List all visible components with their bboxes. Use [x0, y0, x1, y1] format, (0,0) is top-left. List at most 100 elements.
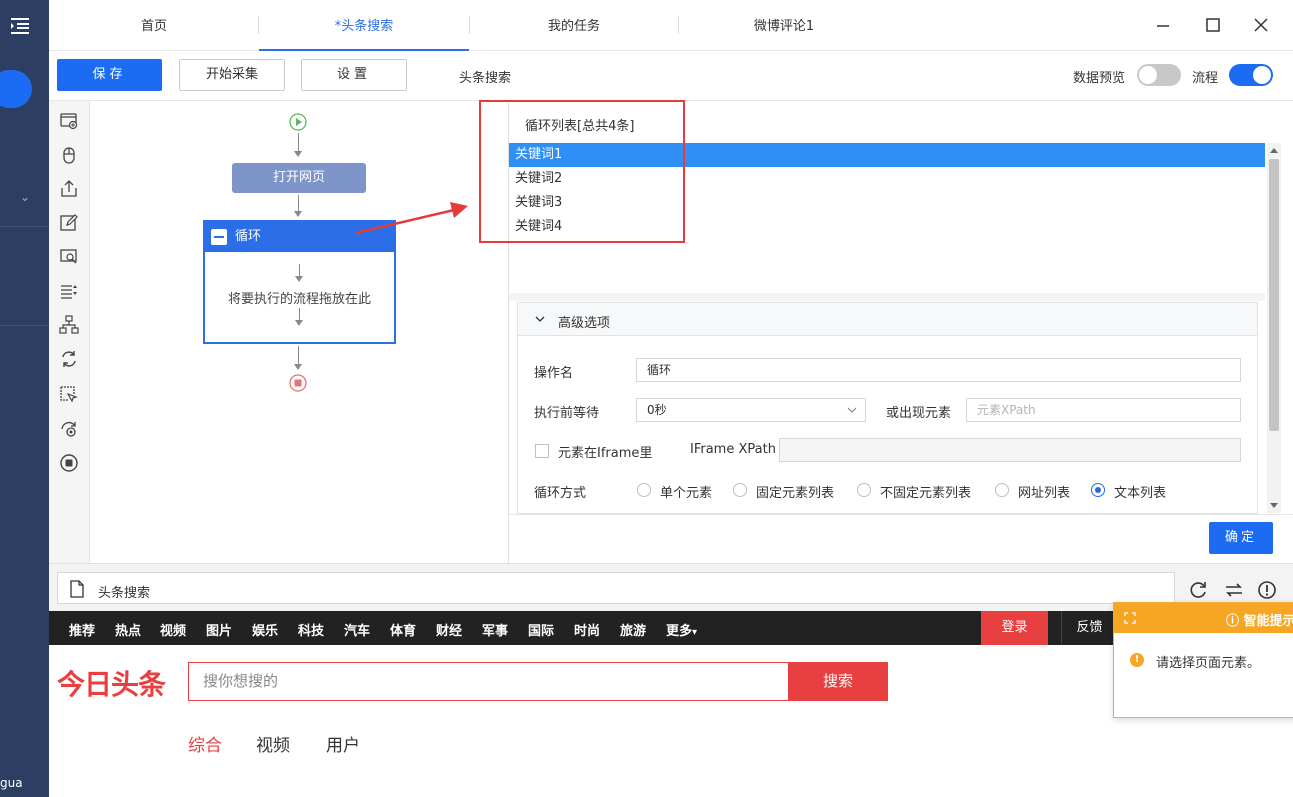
nav-item[interactable]: 汽车 — [344, 620, 370, 639]
url-text: 头条搜索 — [98, 586, 151, 601]
minimize-icon[interactable] — [1152, 14, 1174, 36]
tab-label: 首页 — [140, 19, 167, 34]
start-collect-button[interactable]: 开始采集 — [179, 59, 285, 91]
wait-select-value: 0秒 — [647, 403, 667, 417]
radio-label: 网址列表 — [1018, 486, 1071, 501]
select-element-icon[interactable] — [59, 385, 79, 405]
end-icon — [289, 374, 307, 392]
expand-icon[interactable] — [1124, 612, 1136, 624]
login-button[interactable]: 登录 — [981, 611, 1048, 645]
site-search-input[interactable]: 搜你想搜的 — [188, 662, 788, 701]
tab-my-tasks[interactable]: 我的任务 — [469, 0, 679, 51]
flow-toggle[interactable] — [1229, 64, 1273, 86]
scroll-down-icon[interactable] — [1270, 503, 1278, 508]
smart-tip-header[interactable]: ⓘ 智能提示 — [1114, 603, 1293, 633]
list-sort-icon[interactable] — [59, 281, 79, 301]
iframe-checkbox-label: 元素在Iframe里 — [558, 446, 653, 461]
export-icon[interactable] — [59, 179, 79, 199]
nav-item[interactable]: 财经 — [436, 620, 462, 639]
sidebar-user-text: gua — [0, 776, 23, 790]
annotation-arrow-icon — [355, 202, 468, 235]
tab-label: 微博评论1 — [753, 19, 815, 34]
app-sidebar: ⌄ gua — [0, 0, 49, 797]
radio-dynamic-list[interactable] — [857, 483, 871, 497]
switch-icon[interactable] — [1224, 580, 1244, 600]
chevron-down-icon — [847, 407, 857, 413]
data-preview-label: 数据预览 — [1073, 71, 1126, 86]
chevron-down-icon: ▾ — [692, 627, 698, 638]
nav-item[interactable]: 推荐 — [69, 620, 95, 639]
hover-icon[interactable] — [59, 419, 79, 439]
nav-item[interactable]: 体育 — [390, 620, 416, 639]
settings-button[interactable]: 设置 — [301, 59, 407, 91]
extract-data-icon[interactable] — [59, 247, 79, 267]
site-search-button[interactable]: 搜索 — [788, 662, 888, 701]
mouse-click-icon[interactable] — [59, 145, 79, 165]
loop-icon[interactable] — [59, 349, 79, 369]
nav-item[interactable]: 热点 — [115, 620, 141, 639]
tab-home[interactable]: 首页 — [49, 0, 259, 51]
iframe-checkbox[interactable] — [535, 444, 549, 458]
element-xpath-input[interactable]: 元素XPath — [966, 398, 1241, 422]
confirm-button[interactable]: 确定 — [1209, 522, 1273, 554]
radio-label: 文本列表 — [1114, 486, 1167, 501]
chevron-down-icon — [535, 316, 545, 322]
branch-icon[interactable] — [59, 315, 79, 335]
nav-item[interactable]: 娱乐 — [252, 620, 278, 639]
wait-select[interactable]: 0秒 — [636, 398, 866, 422]
flow-label: 流程 — [1192, 71, 1219, 86]
nav-item-label: 更多 — [666, 624, 693, 639]
sidebar-active-item[interactable] — [0, 70, 32, 108]
nav-item-more[interactable]: 更多▾ — [666, 620, 697, 639]
radio-text-list[interactable] — [1091, 483, 1105, 497]
radio-label: 固定元素列表 — [756, 486, 835, 501]
wait-label: 执行前等待 — [534, 406, 600, 421]
collapse-icon[interactable] — [211, 229, 227, 245]
menu-icon[interactable] — [8, 14, 32, 38]
edit-icon[interactable] — [59, 213, 79, 233]
tab-label: 我的任务 — [547, 19, 600, 34]
radio-fixed-list[interactable] — [733, 483, 747, 497]
smart-tip-title-text: 智能提示 — [1243, 614, 1293, 629]
save-button[interactable]: 保存 — [57, 59, 162, 91]
radio-single-element[interactable] — [637, 483, 651, 497]
section-gap — [509, 293, 1265, 301]
scrollbar[interactable] — [1267, 143, 1281, 513]
advanced-options-header[interactable]: 高级选项 — [518, 303, 1257, 336]
url-bar: 头条搜索 — [49, 563, 1293, 611]
nav-item[interactable]: 图片 — [206, 620, 232, 639]
info-icon[interactable] — [1257, 580, 1277, 600]
subtab-all[interactable]: 综合 — [188, 731, 222, 756]
tab-weibo-comments[interactable]: 微博评论1 — [679, 0, 889, 51]
iframe-xpath-input — [779, 438, 1241, 462]
site-top-nav: 推荐 热点 视频 图片 娱乐 科技 汽车 体育 财经 军事 国际 时尚 旅游 更… — [49, 611, 1293, 645]
chevron-down-icon[interactable]: ⌄ — [20, 190, 30, 204]
op-name-input[interactable]: 循环 — [636, 358, 1241, 382]
browser-page: 推荐 热点 视频 图片 娱乐 科技 汽车 体育 财经 军事 国际 时尚 旅游 更… — [49, 611, 1293, 797]
maximize-icon[interactable] — [1202, 14, 1224, 36]
nav-item[interactable]: 国际 — [528, 620, 554, 639]
flow-canvas[interactable]: 打开网页 循环 将要执行的流程拖放在此 — [90, 101, 509, 563]
tab-toutiao-search[interactable]: *头条搜索 — [259, 0, 469, 51]
subtab-video[interactable]: 视频 — [256, 731, 290, 756]
info-icon: ⓘ — [1226, 614, 1240, 629]
scrollbar-thumb[interactable] — [1269, 159, 1279, 431]
stop-icon[interactable] — [59, 453, 79, 473]
open-page-node[interactable]: 打开网页 — [232, 163, 366, 193]
close-icon[interactable] — [1250, 14, 1272, 36]
nav-item[interactable]: 时尚 — [574, 620, 600, 639]
refresh-icon[interactable] — [1189, 580, 1209, 600]
subtab-users[interactable]: 用户 — [326, 731, 360, 756]
open-page-icon[interactable] — [59, 111, 79, 131]
feedback-link[interactable]: 反馈 — [1061, 611, 1117, 645]
nav-item[interactable]: 旅游 — [620, 620, 646, 639]
scroll-up-icon[interactable] — [1270, 148, 1278, 153]
task-name: 头条搜索 — [459, 71, 512, 86]
url-input[interactable]: 头条搜索 — [57, 572, 1175, 604]
nav-item[interactable]: 科技 — [298, 620, 324, 639]
nav-item[interactable]: 军事 — [482, 620, 508, 639]
data-preview-toggle[interactable] — [1137, 64, 1181, 86]
nav-item[interactable]: 视频 — [160, 620, 186, 639]
smart-tip-popup: ⓘ 智能提示 ! 请选择页面元素。 — [1113, 602, 1293, 718]
radio-url-list[interactable] — [995, 483, 1009, 497]
